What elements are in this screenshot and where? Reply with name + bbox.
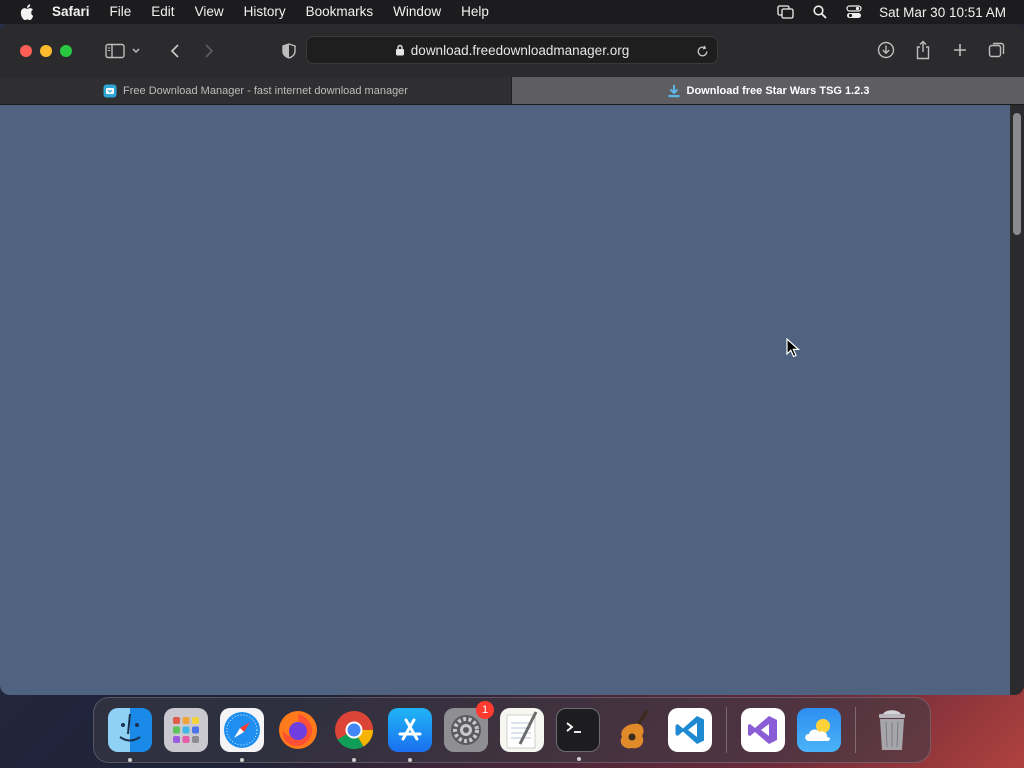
menu-view[interactable]: View (185, 0, 234, 24)
menu-app-name[interactable]: Safari (42, 0, 100, 24)
safari-window: download.freedownloadmanager.org Free Do… (0, 24, 1024, 695)
running-indicator (352, 758, 356, 762)
forward-icon[interactable] (196, 38, 222, 64)
tab-title: Free Download Manager - fast internet do… (123, 84, 408, 97)
dock-separator (855, 707, 856, 753)
app-store-icon[interactable] (388, 708, 432, 762)
close-window-button[interactable] (20, 44, 32, 57)
spotlight-search-icon[interactable] (811, 3, 829, 21)
terminal-icon[interactable] (556, 708, 600, 761)
tab-bar: Free Download Manager - fast internet do… (0, 77, 1024, 105)
notification-badge: 1 (476, 701, 494, 719)
trash-icon[interactable] (870, 708, 914, 752)
tab-title: Download free Star Wars TSG 1.2.3 (686, 84, 870, 97)
running-indicator (577, 757, 581, 761)
back-icon[interactable] (162, 38, 188, 64)
scrollbar-thumb[interactable] (1013, 113, 1021, 235)
privacy-shield-icon[interactable] (276, 38, 302, 64)
menu-bar: Safari File Edit View History Bookmarks … (0, 0, 1024, 24)
garageband-icon[interactable] (612, 708, 656, 752)
zoom-window-button[interactable] (60, 44, 72, 57)
dock-separator (726, 707, 727, 753)
sidebar-icon[interactable] (102, 38, 128, 64)
tab-free-download-manager[interactable]: Free Download Manager - fast internet do… (0, 77, 512, 105)
mouse-pointer-icon (786, 337, 801, 358)
running-indicator (128, 758, 132, 762)
share-icon[interactable] (910, 37, 936, 63)
menu-help[interactable]: Help (451, 0, 499, 24)
textedit-icon[interactable] (500, 708, 544, 752)
running-indicator (408, 758, 412, 762)
launchpad-icon[interactable] (164, 708, 208, 752)
menu-history[interactable]: History (234, 0, 296, 24)
menubar-clock[interactable]: Sat Mar 30 10:51 AM (879, 5, 1006, 20)
finder-icon[interactable] (108, 708, 152, 762)
screen-mirroring-icon[interactable] (777, 3, 795, 21)
lock-icon (395, 44, 405, 56)
menu-bookmarks[interactable]: Bookmarks (296, 0, 384, 24)
menu-file[interactable]: File (100, 0, 142, 24)
address-url: download.freedownloadmanager.org (410, 42, 630, 58)
safari-icon[interactable] (220, 708, 264, 762)
new-tab-icon[interactable] (947, 37, 973, 63)
fdm-favicon-icon (103, 84, 117, 98)
reload-icon[interactable] (693, 42, 711, 60)
tab-star-wars-tsg[interactable]: Download free Star Wars TSG 1.2.3 (512, 77, 1024, 105)
dock: 1 (93, 697, 931, 763)
weather-icon[interactable] (797, 708, 841, 752)
browser-toolbar: download.freedownloadmanager.org (0, 24, 1024, 77)
visual-studio-code-icon[interactable] (668, 708, 712, 752)
system-settings-icon[interactable]: 1 (444, 701, 494, 752)
google-chrome-icon[interactable] (332, 708, 376, 762)
menu-window[interactable]: Window (383, 0, 451, 24)
visual-studio-icon[interactable] (741, 708, 785, 752)
minimize-window-button[interactable] (40, 44, 52, 57)
address-bar[interactable]: download.freedownloadmanager.org (306, 36, 718, 64)
window-controls (20, 44, 72, 57)
download-favicon-icon (667, 84, 681, 98)
firefox-icon[interactable] (276, 708, 320, 752)
tab-overview-icon[interactable] (984, 37, 1010, 63)
downloads-icon[interactable] (873, 37, 899, 63)
menu-edit[interactable]: Edit (141, 0, 184, 24)
chevron-down-icon[interactable] (128, 38, 144, 64)
control-center-icon[interactable] (845, 3, 863, 21)
apple-icon[interactable] (18, 0, 36, 24)
page-content[interactable] (0, 105, 1010, 695)
running-indicator (240, 758, 244, 762)
vertical-scrollbar[interactable] (1010, 105, 1024, 695)
